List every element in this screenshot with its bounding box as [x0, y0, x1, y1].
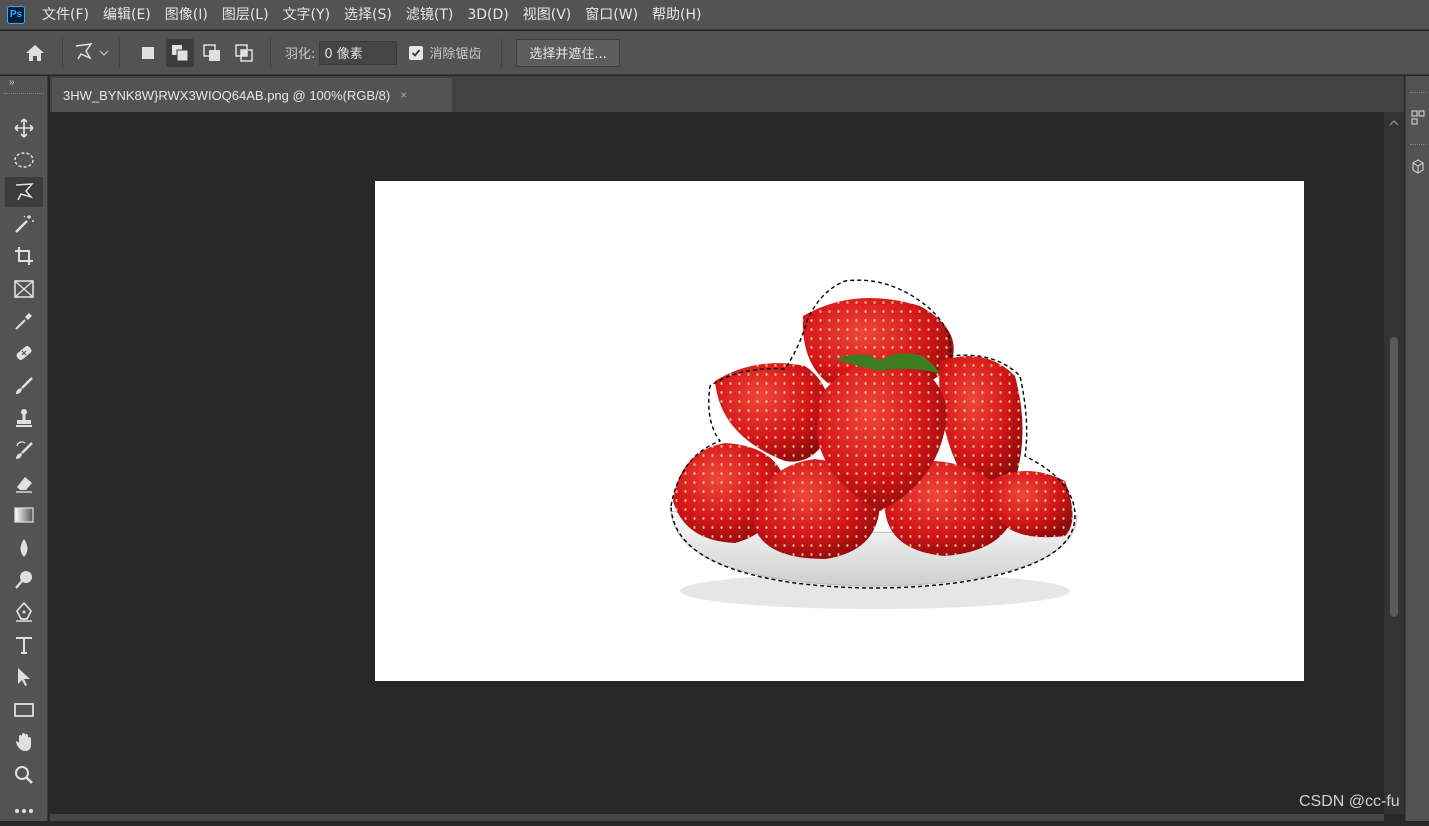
tools-panel: »	[0, 76, 48, 821]
rectangle-icon	[14, 703, 34, 717]
gradient-tool[interactable]	[5, 500, 43, 530]
magic-wand-icon	[15, 215, 34, 233]
dock-grip-2[interactable]	[1410, 144, 1426, 146]
path-selection-tool[interactable]	[5, 662, 43, 692]
history-brush-icon	[16, 441, 33, 459]
clone-stamp-tool[interactable]	[5, 403, 43, 433]
polygonal-lasso-icon[interactable]	[71, 40, 97, 66]
home-icon[interactable]	[22, 40, 48, 66]
move-icon	[14, 118, 34, 138]
ellipse-marquee-icon	[14, 152, 34, 168]
gradient-icon	[14, 507, 34, 523]
rectangle-tool[interactable]	[5, 695, 43, 725]
history-brush-tool[interactable]	[5, 436, 43, 466]
pen-tool[interactable]	[5, 597, 43, 627]
dodge-icon	[15, 571, 32, 589]
menu-layer[interactable]: 图层(L)	[215, 0, 276, 30]
dock-grip[interactable]	[1410, 92, 1426, 94]
options-bar: 羽化: 0 像素 消除锯齿 选择并遮住...	[0, 31, 1429, 75]
vertical-scrollbar[interactable]	[1384, 112, 1404, 814]
3d-panel-icon[interactable]	[1411, 158, 1425, 176]
magic-wand-tool[interactable]	[5, 209, 43, 239]
polygonal-lasso-icon	[15, 183, 34, 201]
zoom-tool[interactable]	[5, 760, 43, 790]
document-canvas[interactable]	[375, 181, 1304, 681]
path-selection-icon	[18, 668, 30, 686]
crop-icon	[15, 247, 33, 265]
healing-brush-tool[interactable]	[5, 338, 43, 368]
pen-icon	[15, 601, 33, 622]
brush-tool[interactable]	[5, 371, 43, 401]
hand-icon	[16, 733, 31, 751]
eyedropper-tool[interactable]	[5, 306, 43, 336]
move-tool[interactable]	[5, 113, 43, 143]
status-bar	[50, 814, 1384, 821]
feather-input[interactable]: 0 像素	[319, 40, 398, 65]
menu-window[interactable]: 窗口(W)	[578, 0, 645, 30]
type-tool[interactable]	[5, 630, 43, 660]
menu-view[interactable]: 视图(V)	[516, 0, 579, 30]
close-icon[interactable]: ×	[400, 88, 407, 102]
watermark-text: CSDN @cc-fu	[1299, 793, 1400, 810]
frame-tool[interactable]	[5, 274, 43, 304]
blur-tool[interactable]	[5, 533, 43, 563]
menu-image[interactable]: 图像(I)	[158, 0, 215, 30]
feather-value: 0 像素	[324, 47, 363, 62]
new-selection-button[interactable]	[134, 39, 162, 67]
menu-file[interactable]: 文件(F)	[35, 0, 96, 30]
menu-filter[interactable]: 滤镜(T)	[399, 0, 460, 30]
more-tools-icon	[15, 809, 33, 813]
brush-icon	[16, 377, 33, 394]
eraser-icon	[16, 477, 32, 493]
dodge-tool[interactable]	[5, 565, 43, 595]
menu-bar: Ps 文件(F) 编辑(E) 图像(I) 图层(L) 文字(Y) 选择(S) 滤…	[0, 0, 1429, 30]
toolbar-grip[interactable]	[4, 93, 44, 95]
menu-edit[interactable]: 编辑(E)	[96, 0, 158, 30]
feather-label: 羽化:	[285, 47, 316, 62]
right-panel-dock	[1405, 76, 1429, 821]
document-tab-bar: 3HW_BYNK8W}RWX3WIOQ64AB.png @ 100%(RGB/8…	[50, 76, 1404, 112]
menu-select[interactable]: 选择(S)	[337, 0, 399, 30]
add-to-selection-button[interactable]	[166, 38, 194, 67]
select-and-mask-button[interactable]: 选择并遮住...	[516, 38, 620, 67]
canvas-workspace[interactable]	[50, 112, 1384, 814]
collapse-panel-icon[interactable]: »	[9, 77, 15, 88]
vertical-scrollbar-thumb[interactable]	[1390, 337, 1398, 617]
blur-icon	[20, 539, 28, 557]
polygonal-lasso-tool[interactable]	[5, 177, 43, 207]
antialias-checkbox[interactable]	[409, 45, 424, 60]
document-tab[interactable]: 3HW_BYNK8W}RWX3WIOQ64AB.png @ 100%(RGB/8…	[52, 78, 452, 112]
frame-icon	[14, 280, 34, 298]
crop-tool[interactable]	[5, 241, 43, 271]
chevron-up-icon	[1389, 120, 1399, 126]
document-tab-title: 3HW_BYNK8W}RWX3WIOQ64AB.png @ 100%(RGB/8…	[63, 87, 391, 103]
menu-type[interactable]: 文字(Y)	[276, 0, 337, 30]
type-icon	[16, 637, 32, 654]
hand-tool[interactable]	[5, 727, 43, 757]
properties-panel-icon[interactable]	[1411, 110, 1425, 126]
photoshop-logo-icon: Ps	[7, 5, 25, 24]
more-tools-button[interactable]	[5, 796, 43, 826]
antialias-label: 消除锯齿	[429, 47, 482, 62]
eyedropper-icon	[15, 313, 32, 330]
zoom-icon	[15, 766, 33, 784]
clone-stamp-icon	[16, 409, 32, 427]
eraser-tool[interactable]	[5, 468, 43, 498]
menu-help[interactable]: 帮助(H)	[645, 0, 708, 30]
strawberry-plate-image	[670, 279, 1078, 609]
intersect-selection-button[interactable]	[230, 39, 258, 67]
ellipse-marquee-tool[interactable]	[5, 145, 43, 175]
menu-3d[interactable]: 3D(D)	[460, 0, 515, 30]
chevron-down-icon[interactable]	[97, 40, 111, 66]
subtract-from-selection-button[interactable]	[198, 39, 226, 67]
healing-brush-icon	[16, 346, 32, 360]
